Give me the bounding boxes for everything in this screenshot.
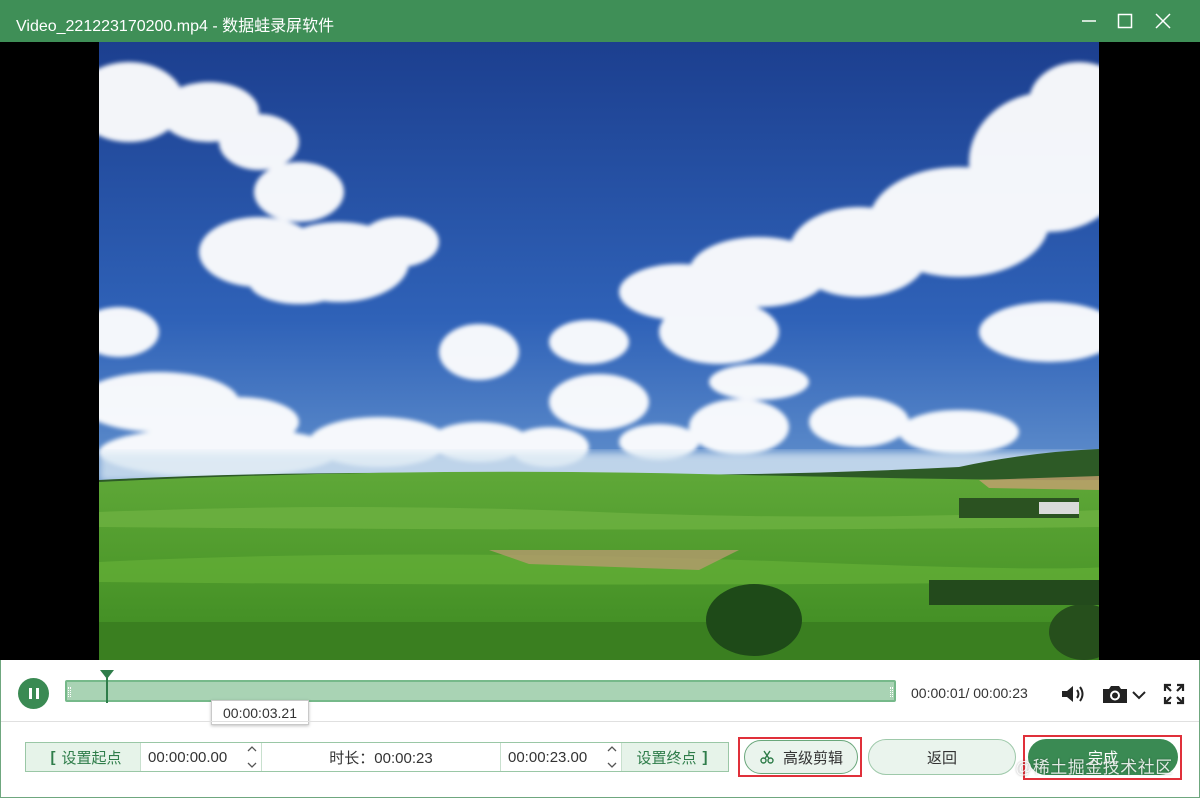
window-title: Video_221223170200.mp4 - 数据蛙录屏软件 <box>16 18 335 35</box>
chevron-down-icon[interactable] <box>607 762 617 769</box>
close-button[interactable] <box>1145 6 1181 36</box>
timeline-track[interactable] <box>65 680 896 702</box>
set-start-button[interactable]: [ 设置起点 <box>26 743 141 771</box>
end-time-value: 00:00:23.00 <box>508 748 588 766</box>
fullscreen-icon <box>1163 683 1185 705</box>
chevron-down-icon[interactable] <box>247 762 257 769</box>
trim-bar: [ 设置起点 00:00:00.00 时长：00:00:23 00:00:23.… <box>25 742 729 772</box>
volume-button[interactable] <box>1058 680 1088 708</box>
title-bar: Video_221223170200.mp4 - 数据蛙录屏软件 <box>0 0 1200 42</box>
set-start-label: 设置起点 <box>61 749 122 767</box>
highlight-box-advanced-edit <box>738 737 862 777</box>
minimize-button[interactable] <box>1071 6 1107 36</box>
maximize-button[interactable] <box>1107 6 1143 36</box>
time-readout: 00:00:01/ 00:00:23 <box>911 685 1028 701</box>
chevron-up-icon[interactable] <box>247 745 257 752</box>
end-time-field[interactable]: 00:00:23.00 <box>501 743 622 771</box>
chevron-up-icon[interactable] <box>607 745 617 752</box>
back-button[interactable]: 返回 <box>868 739 1016 775</box>
bracket-close: ] <box>702 748 708 766</box>
volume-icon <box>1062 686 1084 702</box>
pause-icon-bar <box>35 688 39 699</box>
pause-button[interactable] <box>18 678 49 709</box>
start-time-field[interactable]: 00:00:00.00 <box>141 743 262 771</box>
fullscreen-button[interactable] <box>1160 680 1188 708</box>
bracket-open: [ <box>50 748 56 766</box>
close-icon <box>1155 13 1171 29</box>
camera-icon <box>1103 686 1146 703</box>
end-time-stepper[interactable] <box>607 745 617 769</box>
minimize-icon <box>1082 20 1096 22</box>
video-area[interactable] <box>0 42 1200 660</box>
trim-start-handle[interactable] <box>68 687 71 697</box>
start-time-stepper[interactable] <box>247 745 257 769</box>
trim-end-handle[interactable] <box>890 687 893 697</box>
screenshot-button[interactable] <box>1100 680 1150 708</box>
maximize-icon <box>1117 13 1133 29</box>
watermark: @稀土掘金技术社区 <box>1015 758 1173 777</box>
playhead-line[interactable] <box>106 677 108 703</box>
set-end-button[interactable]: 设置终点 ] <box>622 743 728 771</box>
duration-display: 时长：00:00:23 <box>262 743 501 771</box>
duration-label: 时长：00:00:23 <box>329 749 433 767</box>
set-end-label: 设置终点 <box>636 749 697 767</box>
pause-icon <box>28 688 32 699</box>
start-time-value: 00:00:00.00 <box>148 748 228 766</box>
divider <box>1 721 1199 722</box>
video-frame <box>99 42 1099 660</box>
back-label: 返回 <box>926 749 957 767</box>
control-panel: 00:00:03.21 00:00:01/ 00:00:23 [ 设置起点 00… <box>0 660 1200 798</box>
